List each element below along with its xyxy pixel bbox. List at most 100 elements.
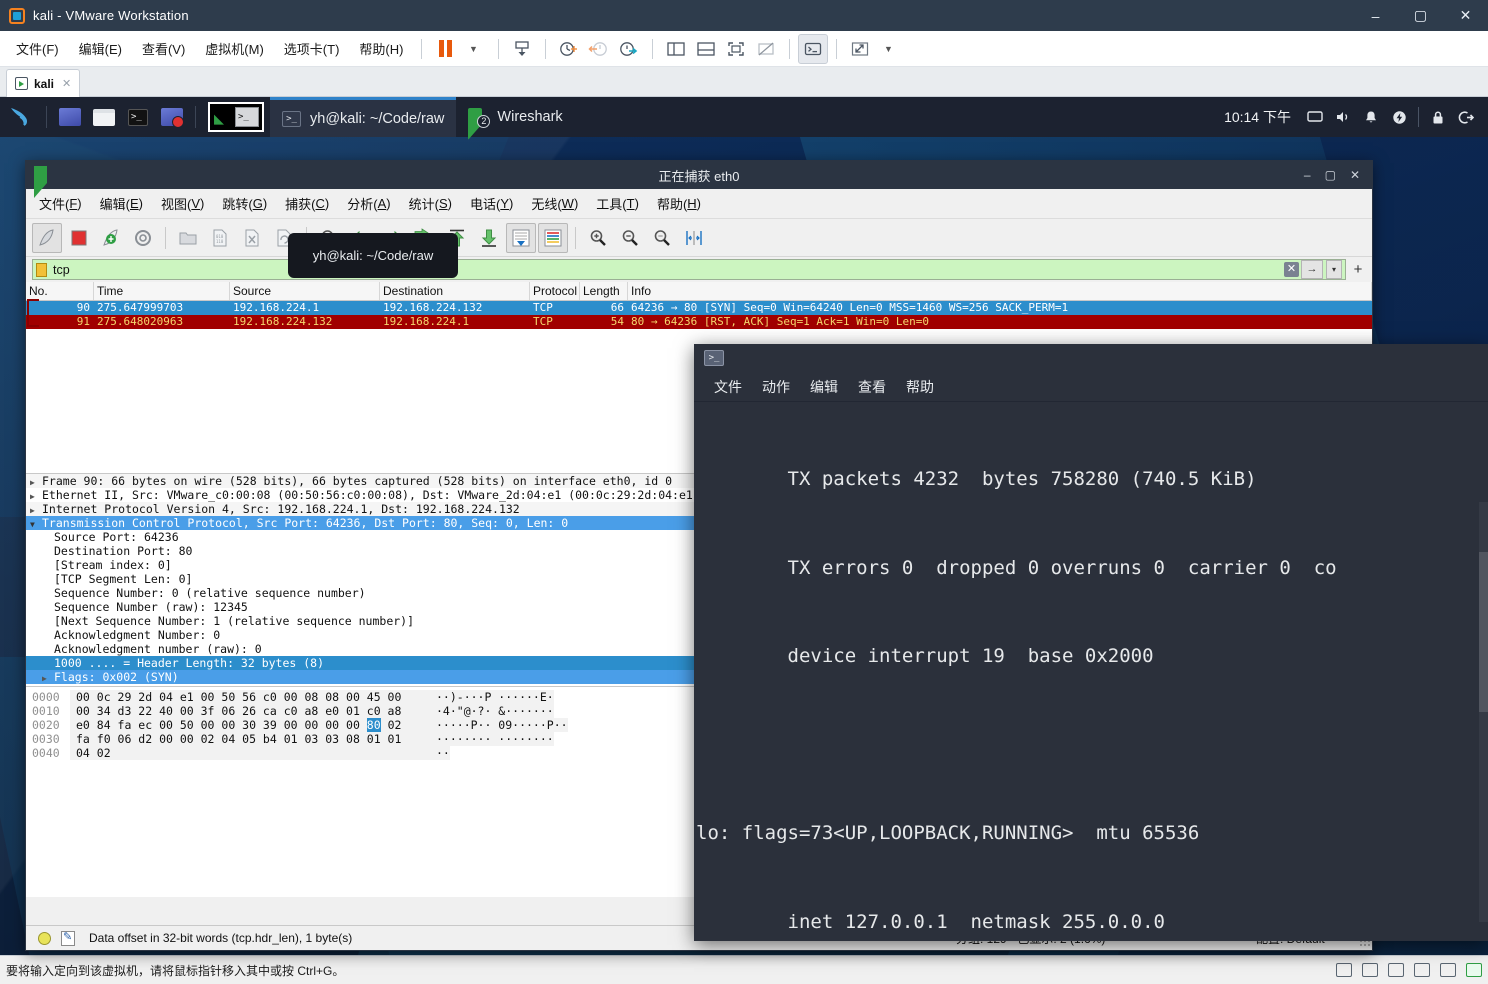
wireshark-menu-capture[interactable]: 捕获(C) bbox=[276, 189, 338, 219]
zoom-out-button[interactable] bbox=[615, 223, 645, 253]
vmware-menu-file[interactable]: 文件(F) bbox=[6, 31, 69, 67]
snapshot-manager-button[interactable] bbox=[614, 34, 644, 64]
apply-filter-icon[interactable]: → bbox=[1301, 260, 1323, 279]
launcher-folder[interactable] bbox=[89, 102, 119, 132]
colorize-button[interactable] bbox=[538, 222, 568, 253]
save-file-button[interactable]: 010 110 bbox=[205, 223, 235, 253]
bookmark-icon[interactable] bbox=[36, 262, 47, 277]
vmware-close-button[interactable]: ✕ bbox=[1443, 0, 1488, 31]
display-icon[interactable] bbox=[1466, 963, 1482, 977]
launcher-screen-recorder[interactable] bbox=[157, 102, 187, 132]
wireshark-menu-wireless[interactable]: 无线(W) bbox=[522, 189, 587, 219]
table-row[interactable]: 91 275.648020963 192.168.224.132 192.168… bbox=[26, 315, 1372, 329]
resize-columns-button[interactable] bbox=[679, 223, 709, 253]
terminal-scrollbar-thumb[interactable] bbox=[1479, 552, 1488, 712]
vmware-menu-edit[interactable]: 编辑(E) bbox=[69, 31, 132, 67]
wireshark-close-button[interactable]: ✕ bbox=[1350, 168, 1360, 182]
vmware-maximize-button[interactable]: ▢ bbox=[1398, 0, 1443, 31]
vmware-menu-vm[interactable]: 虚拟机(M) bbox=[195, 31, 274, 67]
column-header-length[interactable]: Length bbox=[580, 282, 628, 300]
column-header-info[interactable]: Info bbox=[628, 282, 1372, 300]
launcher-terminal[interactable]: >_ bbox=[123, 102, 153, 132]
vmware-menu-view[interactable]: 查看(V) bbox=[132, 31, 195, 67]
terminal-menu-view[interactable]: 查看 bbox=[848, 377, 896, 397]
chevron-down-icon[interactable]: ▼ bbox=[30, 518, 42, 532]
lock-icon[interactable] bbox=[1424, 97, 1452, 137]
stop-capture-button[interactable] bbox=[64, 223, 94, 253]
unity-mode-button[interactable] bbox=[751, 34, 781, 64]
column-header-source[interactable]: Source bbox=[230, 282, 380, 300]
sound-icon[interactable] bbox=[1414, 963, 1430, 977]
add-filter-button[interactable]: + bbox=[1350, 261, 1366, 278]
snapshot-button[interactable] bbox=[554, 34, 584, 64]
hdd-icon[interactable] bbox=[1336, 963, 1352, 977]
usb-icon[interactable] bbox=[1388, 963, 1404, 977]
wireshark-menu-tools[interactable]: 工具(T) bbox=[587, 189, 648, 219]
terminal-menu-actions[interactable]: 动作 bbox=[752, 377, 800, 397]
capture-options-button[interactable] bbox=[128, 223, 158, 253]
clear-filter-icon[interactable]: ✕ bbox=[1284, 262, 1299, 277]
wireshark-minimize-button[interactable]: – bbox=[1304, 168, 1311, 182]
vmware-minimize-button[interactable]: – bbox=[1353, 0, 1398, 31]
chevron-right-icon[interactable]: ▶ bbox=[42, 672, 54, 686]
pause-dropdown-button[interactable]: ▼ bbox=[460, 34, 490, 64]
chevron-down-icon[interactable]: ▾ bbox=[1326, 260, 1342, 279]
wireshark-menu-edit[interactable]: 编辑(E) bbox=[91, 189, 152, 219]
notification-bell-icon[interactable] bbox=[1357, 97, 1385, 137]
vmware-tab-kali[interactable]: kali ✕ bbox=[6, 69, 81, 97]
restart-capture-button[interactable] bbox=[96, 223, 126, 253]
table-row[interactable]: 90 275.647999703 192.168.224.1 192.168.2… bbox=[26, 301, 1372, 315]
network-icon[interactable] bbox=[1362, 963, 1378, 977]
terminal-menu-edit[interactable]: 编辑 bbox=[800, 377, 848, 397]
send-ctrl-alt-del-button[interactable] bbox=[507, 34, 537, 64]
column-header-no[interactable]: No. bbox=[26, 282, 94, 300]
close-file-button[interactable] bbox=[237, 223, 267, 253]
stretch-button[interactable] bbox=[845, 34, 875, 64]
hex-ascii: ·····P·· 09·····P·· bbox=[430, 718, 568, 732]
column-header-time[interactable]: Time bbox=[94, 282, 230, 300]
wireshark-menu-telephony[interactable]: 电话(Y) bbox=[461, 189, 522, 219]
wireshark-maximize-button[interactable]: ▢ bbox=[1325, 168, 1336, 182]
start-capture-button[interactable] bbox=[32, 222, 62, 253]
wireshark-menu-go[interactable]: 跳转(G) bbox=[213, 189, 276, 219]
volume-icon[interactable] bbox=[1329, 97, 1357, 137]
terminal-menu-file[interactable]: 文件 bbox=[704, 377, 752, 397]
pause-vm-button[interactable] bbox=[430, 34, 460, 64]
console-view-button[interactable] bbox=[798, 33, 829, 64]
close-icon[interactable]: ✕ bbox=[62, 77, 71, 90]
workspace-switcher[interactable]: ◣ >_ bbox=[208, 102, 264, 132]
zoom-reset-button[interactable] bbox=[647, 223, 677, 253]
vmware-menu-help[interactable]: 帮助(H) bbox=[349, 31, 413, 67]
display-filter-input[interactable]: tcp ✕ → ▾ bbox=[32, 259, 1346, 280]
stretch-dropdown-button[interactable]: ▼ bbox=[875, 34, 905, 64]
display-icon[interactable] bbox=[1301, 97, 1329, 137]
go-to-last-button[interactable] bbox=[474, 223, 504, 253]
auto-scroll-button[interactable] bbox=[506, 222, 536, 253]
revert-snapshot-button[interactable] bbox=[584, 34, 614, 64]
capture-comment-icon[interactable] bbox=[61, 930, 75, 946]
column-header-protocol[interactable]: Protocol bbox=[530, 282, 580, 300]
taskbar-item-terminal[interactable]: >_ yh@kali: ~/Code/raw bbox=[270, 97, 457, 137]
printer-icon[interactable] bbox=[1440, 963, 1456, 977]
power-icon[interactable] bbox=[1385, 97, 1413, 137]
wireshark-menu-view[interactable]: 视图(V) bbox=[152, 189, 213, 219]
column-header-destination[interactable]: Destination bbox=[380, 282, 530, 300]
show-console-button[interactable] bbox=[691, 34, 721, 64]
terminal-menu-help[interactable]: 帮助 bbox=[896, 377, 944, 397]
logout-icon[interactable] bbox=[1452, 97, 1480, 137]
show-sidebar-button[interactable] bbox=[661, 34, 691, 64]
open-file-button[interactable] bbox=[173, 223, 203, 253]
clock[interactable]: 10:14 下午 bbox=[1224, 107, 1291, 127]
launcher-file-manager[interactable] bbox=[55, 102, 85, 132]
fullscreen-button[interactable] bbox=[721, 34, 751, 64]
zoom-in-button[interactable] bbox=[583, 223, 613, 253]
wireshark-menu-statistics[interactable]: 统计(S) bbox=[400, 189, 461, 219]
wireshark-menu-analyze[interactable]: 分析(A) bbox=[338, 189, 399, 219]
close-file-icon bbox=[245, 229, 259, 246]
vmware-menu-tabs[interactable]: 选项卡(T) bbox=[274, 31, 350, 67]
terminal-output-area[interactable]: TX packets 4232 bytes 758280 (740.5 KiB)… bbox=[694, 402, 1488, 941]
capture-status-indicator[interactable] bbox=[38, 931, 51, 945]
wireshark-menu-help[interactable]: 帮助(H) bbox=[648, 189, 710, 219]
kali-menu-button[interactable] bbox=[0, 97, 40, 137]
taskbar-item-wireshark[interactable]: 2 Wireshark bbox=[456, 97, 574, 140]
